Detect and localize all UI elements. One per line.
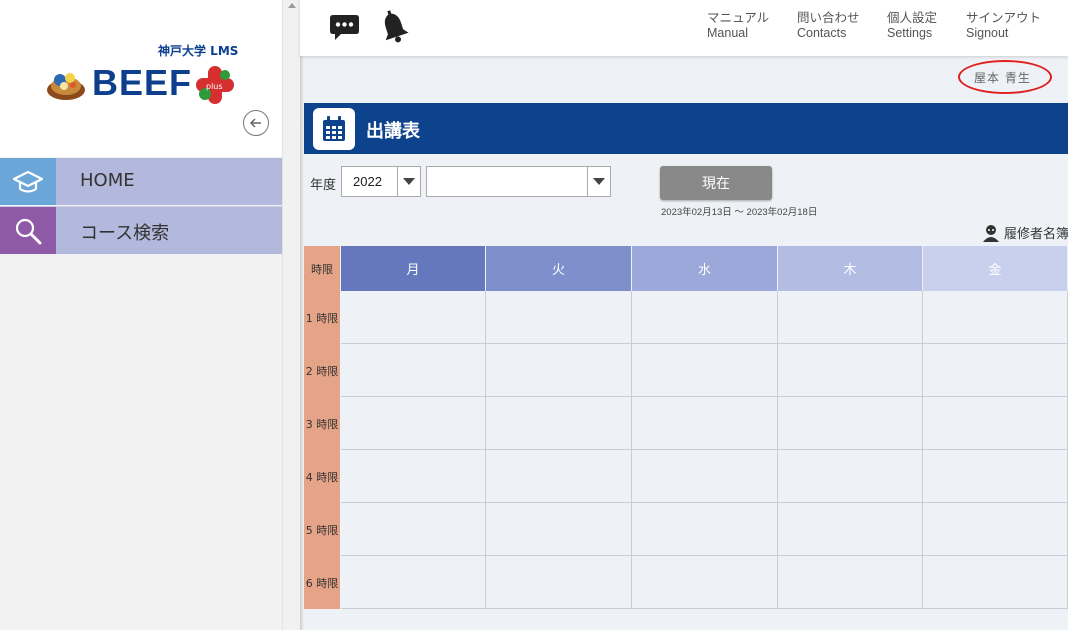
timetable-cell[interactable] [632,291,778,344]
timetable-cell[interactable] [923,397,1068,450]
timetable-row: 1 時限 [304,291,1068,344]
page-title: 出講表 [366,121,420,142]
timetable-cell[interactable] [778,344,923,397]
timetable-cell[interactable] [923,291,1068,344]
settings-link[interactable]: 個人設定 Settings [887,11,937,41]
magnifier-icon [15,218,42,244]
dropdown-arrow-icon [593,178,605,185]
now-button[interactable]: 現在 [660,166,772,200]
timetable-cell[interactable] [923,503,1068,556]
manual-link[interactable]: マニュアル Manual [707,11,769,41]
sidebar-item-course-search[interactable]: コース検索 [0,206,282,254]
notification-bell-icon[interactable] [378,9,410,45]
annotation-oval [958,60,1052,94]
graduation-cap-icon [12,170,44,193]
sidebar-item-label: HOME [80,170,135,191]
signout-link[interactable]: サインアウト Signout [966,11,1041,41]
day-header-thu: 木 [778,246,923,291]
sidebar-item-home[interactable]: HOME [0,158,282,205]
year-select[interactable]: 2022 [341,166,421,197]
logo-subtitle: 神戸大学 LMS [158,44,239,58]
timetable-cell[interactable] [778,397,923,450]
timetable-cell[interactable] [341,450,486,503]
message-icon[interactable] [329,14,360,42]
timetable-row: 4 時限 [304,450,1068,503]
logo-area: 神戸大学 LMS BEEF plus [0,0,282,157]
contacts-link[interactable]: 問い合わせ Contacts [797,11,860,41]
period-label: 1 時限 [304,291,340,344]
timetable-cell[interactable] [778,556,923,609]
period-label: 3 時限 [304,397,340,450]
logo-plus-text: plus [206,82,223,91]
timetable-cell[interactable] [778,450,923,503]
collapse-sidebar-button[interactable] [243,110,269,136]
timetable-row: 5 時限 [304,503,1068,556]
steak-logo-icon [47,73,85,100]
timetable-cell[interactable] [632,503,778,556]
day-header-mon: 月 [341,246,486,291]
day-header-fri: 金 [923,246,1068,291]
timetable-cell[interactable] [341,291,486,344]
period-header: 時限 [304,246,340,291]
day-header-wed: 水 [632,246,778,291]
timetable-cell[interactable] [341,344,486,397]
timetable-cell[interactable] [486,503,632,556]
timetable-row: 2 時限 [304,344,1068,397]
person-icon [983,224,999,242]
timetable-cell[interactable] [486,291,632,344]
timetable-cell[interactable] [632,450,778,503]
top-bar: マニュアル Manual 問い合わせ Contacts 個人設定 Setting… [300,0,1068,56]
timetable-cell[interactable] [632,397,778,450]
timetable-cell[interactable] [923,344,1068,397]
period-label: 6 時限 [304,556,340,609]
timetable-cell[interactable] [778,503,923,556]
timetable-cell[interactable] [486,397,632,450]
page-title-bar: 出講表 [304,103,1068,154]
timetable-cell[interactable] [632,344,778,397]
timetable-row: 6 時限 [304,556,1068,609]
student-roster-link[interactable]: 履修者名簿 [983,223,1068,242]
arrow-left-icon [249,118,261,128]
timetable-cell[interactable] [486,556,632,609]
timetable-header-row: 時限 月 火 水 木 金 [304,246,1068,291]
period-label: 4 時限 [304,450,340,503]
timetable-row: 3 時限 [304,397,1068,450]
year-label: 年度 [310,178,337,193]
timetable-cell[interactable] [923,450,1068,503]
period-label: 2 時限 [304,344,340,397]
scroll-up-arrow-icon[interactable] [288,3,296,8]
sidebar-item-label: コース検索 [80,223,170,244]
dropdown-arrow-icon [403,178,415,185]
sidebar-scrollbar[interactable] [282,0,300,630]
logo-wordmark: BEEF [92,62,193,103]
timetable-cell[interactable] [341,503,486,556]
date-range: 2023年02月13日 ～ 2023年02月18日 [661,207,818,218]
timetable-cell[interactable] [923,556,1068,609]
timetable-cell[interactable] [341,397,486,450]
timetable-cell[interactable] [778,291,923,344]
timetable-cell[interactable] [341,556,486,609]
term-select[interactable] [426,166,611,197]
plus-logo-icon: plus [196,66,234,104]
day-header-tue: 火 [486,246,632,291]
period-label: 5 時限 [304,503,340,556]
sidebar: 神戸大学 LMS BEEF plus HOME コース検索 [0,0,282,630]
timetable-cell[interactable] [486,344,632,397]
timetable-cell[interactable] [632,556,778,609]
timetable-cell[interactable] [486,450,632,503]
calendar-icon [323,116,345,141]
